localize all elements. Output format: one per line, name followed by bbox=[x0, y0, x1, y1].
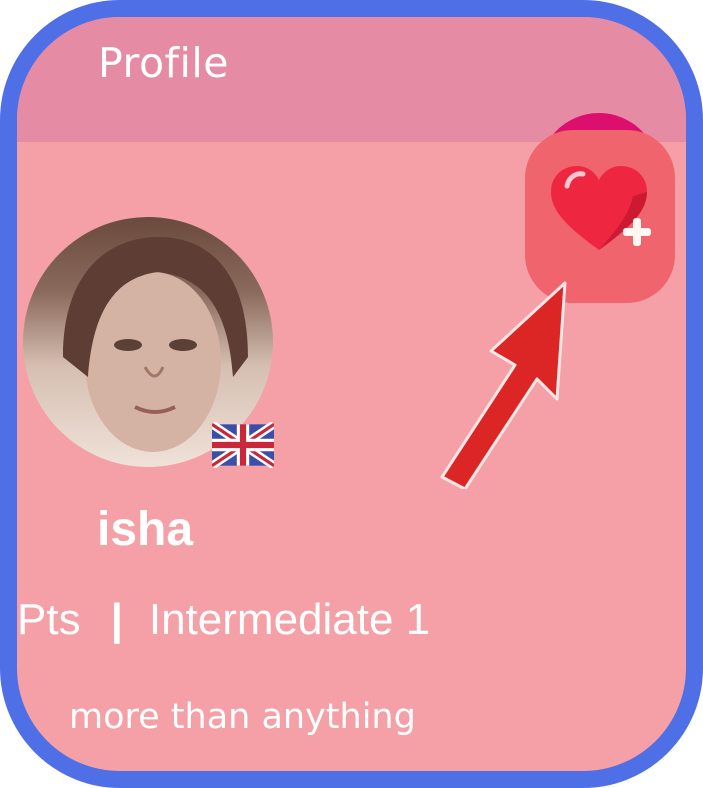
stats-divider: | bbox=[110, 595, 123, 644]
heart-plus-icon bbox=[551, 166, 651, 250]
points-label: Pts bbox=[17, 595, 81, 644]
add-favorite-button[interactable] bbox=[525, 130, 675, 303]
user-name: isha bbox=[97, 503, 194, 556]
red-arrow-annotation bbox=[440, 281, 567, 489]
screen-frame: Profile isha Pts | Intermediate 1 more t… bbox=[0, 0, 703, 788]
stats-row: Pts | Intermediate 1 bbox=[17, 595, 430, 645]
level-label: Intermediate 1 bbox=[148, 595, 431, 644]
bio-text: more than anything bbox=[69, 697, 416, 737]
page-title: Profile bbox=[98, 39, 229, 87]
uk-flag-icon bbox=[209, 420, 277, 470]
